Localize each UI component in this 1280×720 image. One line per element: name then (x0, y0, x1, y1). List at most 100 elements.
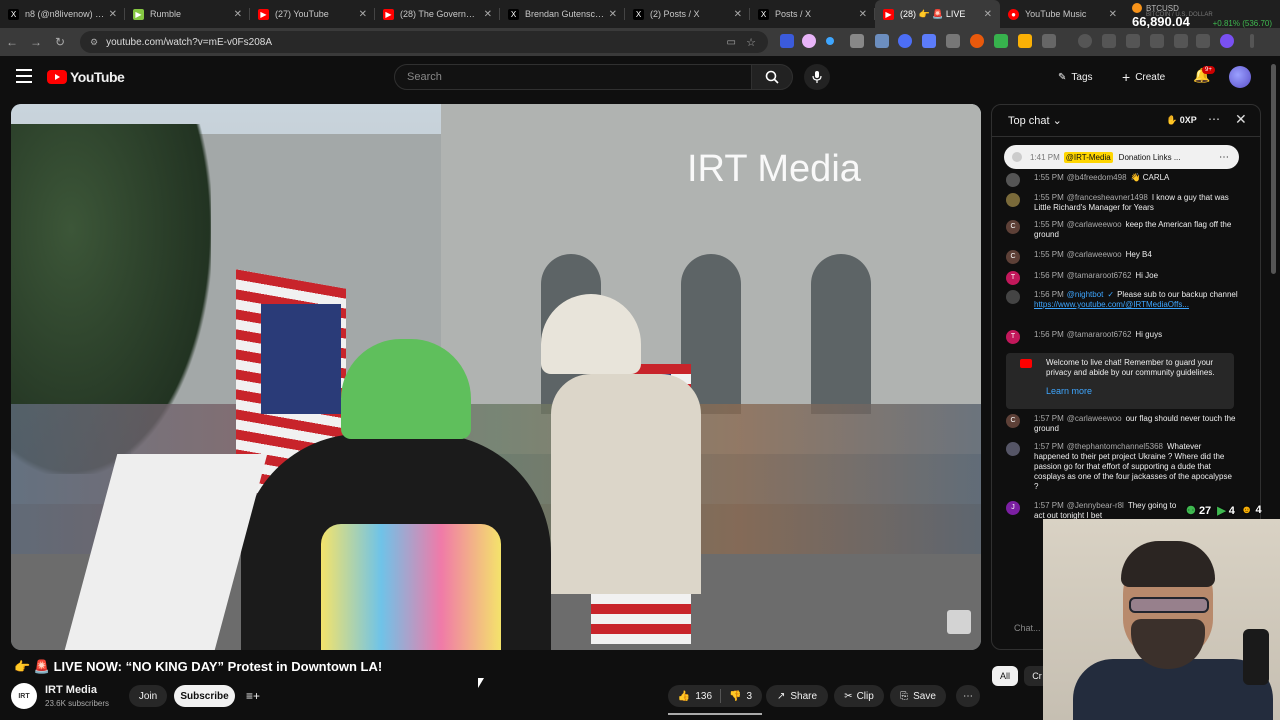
chat-scrollbar[interactable] (1271, 64, 1276, 274)
save-button[interactable]: ⎘ Save (890, 685, 946, 707)
history-icon[interactable] (1078, 34, 1092, 48)
chat-author[interactable]: @tamararoot6762 (1067, 271, 1132, 280)
close-tab-icon[interactable]: ✕ (359, 9, 367, 20)
close-tab-icon[interactable]: ✕ (484, 9, 492, 20)
search-button[interactable] (751, 64, 793, 90)
extension-icon[interactable] (1018, 34, 1032, 48)
thumbs-down-icon[interactable]: 👎 (729, 691, 741, 702)
welcome-text: Welcome to live chat! Remember to guard … (1046, 358, 1215, 377)
devtools-icon[interactable] (1126, 34, 1140, 48)
chat-author[interactable]: @carlaweewoo (1067, 220, 1122, 229)
channel-watermark-icon[interactable] (947, 610, 971, 634)
extension-icon[interactable] (802, 34, 816, 48)
share-button[interactable]: ↗ Share (766, 685, 828, 707)
chip-all[interactable]: All (992, 666, 1018, 686)
browser-tab-active[interactable]: ▶ (28) 👉 🚨 LIVE ✕ (875, 0, 1000, 28)
browser-tab[interactable]: ▶ (27) YouTube ✕ (250, 0, 375, 28)
chat-author[interactable]: @thephantomchannel5368 (1067, 442, 1163, 451)
extension-icon[interactable] (1102, 34, 1116, 48)
learn-more-link[interactable]: Learn more (1046, 386, 1226, 396)
youtube-icon: ▶ (883, 8, 894, 20)
extension-icon[interactable] (875, 34, 889, 48)
like-ratio-bar (668, 713, 762, 715)
browser-tab[interactable]: X Brendan Gutenschwag ✕ (500, 0, 625, 28)
tab-title: (27) YouTube (275, 9, 329, 19)
account-avatar[interactable] (1229, 66, 1251, 88)
more-actions-icon[interactable]: ⋯ (956, 685, 980, 707)
extension-icon[interactable] (1150, 34, 1164, 48)
create-button[interactable]: + Create (1122, 65, 1165, 89)
back-icon[interactable]: ← (0, 35, 24, 49)
dislike-count: 3 (746, 690, 753, 702)
close-tab-icon[interactable]: ✕ (1109, 9, 1117, 20)
channel-avatar[interactable]: IRT (11, 683, 37, 709)
tab-title: (2) Posts / X (650, 9, 700, 19)
close-tab-icon[interactable]: ✕ (984, 9, 992, 20)
extension-icon[interactable] (850, 34, 864, 48)
voice-search-button[interactable] (804, 64, 830, 90)
clip-button[interactable]: ✂ Clip (834, 685, 884, 707)
chat-author[interactable]: @francesheavner1498 (1067, 193, 1148, 202)
chat-message: C 1:57 PM @carlaweewoo our flag should nev… (1006, 414, 1238, 434)
site-info-icon[interactable]: ⚙ (90, 37, 98, 48)
bookmark-star-icon[interactable]: ☆ (746, 36, 756, 49)
close-chat-icon[interactable]: ✕ (1235, 111, 1247, 128)
extension-icon[interactable] (994, 34, 1008, 48)
chat-author[interactable]: @tamararoot6762 (1067, 330, 1132, 339)
pinned-message[interactable]: 1:41 PM @IRT-Media Donation Links ... ⋯ (1004, 145, 1239, 169)
profile-icon[interactable] (1220, 34, 1234, 48)
video-player[interactable]: IRT Media (11, 104, 981, 650)
chat-link[interactable]: https://www.youtube.com/@IRTMediaOffs... (1034, 300, 1189, 309)
extension-icon[interactable] (898, 34, 912, 48)
youtube-logo[interactable]: YouTube (47, 69, 125, 85)
extension-icon[interactable] (970, 34, 984, 48)
cast-icon[interactable]: ▭ (727, 37, 736, 48)
extension-icon[interactable] (826, 37, 834, 45)
close-tab-icon[interactable]: ✕ (109, 9, 117, 20)
chat-author[interactable]: @Jennybear-r8l (1067, 501, 1124, 510)
browser-menu-icon[interactable] (1250, 34, 1254, 48)
browser-tab[interactable]: Xn8 (@n8livenow) / X ✕ (0, 0, 125, 28)
webcam-microphone (1243, 629, 1269, 685)
close-tab-icon[interactable]: ✕ (609, 9, 617, 20)
channel-name[interactable]: IRT Media (45, 684, 97, 696)
forward-icon[interactable]: → (24, 35, 48, 49)
join-button[interactable]: Join (129, 685, 167, 707)
microphone-icon (812, 71, 822, 83)
extension-icon[interactable] (922, 34, 936, 48)
address-bar[interactable]: ⚙ youtube.com/watch?v=mE-v0Fs208A ▭ ☆ (80, 31, 768, 53)
browser-tab[interactable]: X Posts / X ✕ (750, 0, 875, 28)
x-icon: X (758, 8, 769, 20)
extensions-puzzle-icon[interactable] (1042, 34, 1056, 48)
chat-text: Please sub to our backup channel (1117, 290, 1238, 299)
reload-icon[interactable]: ↻ (48, 35, 72, 49)
extension-icon[interactable] (1174, 34, 1188, 48)
hamburger-menu-icon[interactable] (16, 69, 32, 83)
like-dislike-group[interactable]: 👍 136 👎 3 (668, 685, 762, 707)
browser-tab[interactable]: ▶ (28) The Government' ✕ (375, 0, 500, 28)
thumbs-up-icon[interactable]: 👍 (678, 691, 690, 702)
chat-author[interactable]: @nightbot (1067, 290, 1104, 299)
xp-badge[interactable]: ✋ 0XP (1166, 115, 1197, 126)
browser-tab[interactable]: ▶ Rumble ✕ (125, 0, 250, 28)
tags-button[interactable]: ✎ Tags (1058, 65, 1093, 89)
pinned-menu-icon[interactable]: ⋯ (1219, 152, 1229, 163)
close-tab-icon[interactable]: ✕ (859, 9, 867, 20)
extension-icon[interactable] (1196, 34, 1210, 48)
browser-tab[interactable]: ● YouTube Music ✕ (1000, 0, 1125, 28)
chat-input[interactable]: Chat... (1014, 623, 1041, 633)
chat-mode-dropdown[interactable]: Top chat ⌄ (1008, 114, 1062, 127)
extension-icon[interactable] (780, 34, 794, 48)
chat-author[interactable]: @b4freedom498 (1067, 173, 1127, 182)
search-input[interactable]: Search (394, 64, 752, 90)
close-tab-icon[interactable]: ✕ (734, 9, 742, 20)
extension-icon[interactable] (946, 34, 960, 48)
subscribe-button[interactable]: Subscribe (174, 685, 235, 707)
chat-author[interactable]: @carlaweewoo (1067, 250, 1122, 259)
chat-more-icon[interactable]: ⋯ (1208, 112, 1220, 126)
add-to-playlist-icon[interactable]: ≡+ (242, 685, 264, 707)
chat-author[interactable]: @carlaweewoo (1067, 414, 1122, 423)
browser-tab[interactable]: X (2) Posts / X ✕ (625, 0, 750, 28)
close-tab-icon[interactable]: ✕ (234, 9, 242, 20)
xp-value: 0XP (1179, 115, 1197, 125)
